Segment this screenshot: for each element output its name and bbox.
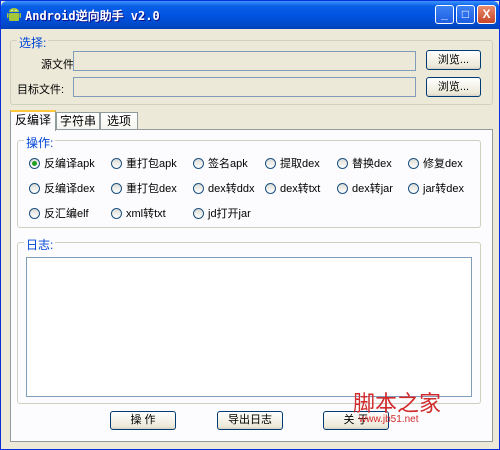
source-browse-button[interactable]: 浏览... — [426, 50, 481, 70]
maximize-button[interactable]: □ — [456, 5, 475, 24]
target-file-label: 目标文件: — [17, 84, 65, 96]
tab-decompile[interactable]: 反编译 — [10, 110, 56, 131]
radio-icon[interactable] — [337, 157, 348, 169]
radio-icon[interactable] — [111, 207, 122, 219]
radio-dex-to-txt[interactable]: dex转txt — [265, 180, 320, 195]
radio-icon[interactable] — [265, 182, 276, 194]
close-button[interactable]: X — [477, 5, 496, 24]
radio-replace-dex[interactable]: 替换dex — [337, 155, 392, 170]
log-group-label: 日志: — [24, 236, 56, 253]
radio-icon[interactable] — [337, 182, 348, 194]
tab-strings[interactable]: 字符串 — [56, 112, 100, 130]
title-bar[interactable]: Android逆向助手 v2.0 _ □ X — [1, 1, 499, 29]
select-group-label: 选择: — [17, 34, 49, 51]
radio-disassemble-elf[interactable]: 反汇编elf — [29, 205, 89, 220]
target-browse-button[interactable]: 浏览... — [426, 77, 481, 97]
main-window: Android逆向助手 v2.0 _ □ X 选择: 源文件: 浏览... 目标… — [0, 0, 500, 450]
radio-icon[interactable] — [265, 157, 276, 169]
radio-dex-to-jar[interactable]: dex转jar — [337, 180, 393, 195]
watermark-url: www.jb51.net — [359, 414, 419, 425]
radio-icon[interactable] — [29, 182, 40, 194]
radio-sign-apk[interactable]: 签名apk — [193, 155, 248, 170]
radio-extract-dex[interactable]: 提取dex — [265, 155, 320, 170]
radio-jd-open-jar[interactable]: jd打开jar — [193, 205, 251, 220]
radio-repack-apk[interactable]: 重打包apk — [111, 155, 177, 170]
radio-repack-dex[interactable]: 重打包dex — [111, 180, 177, 195]
radio-icon[interactable] — [408, 182, 419, 194]
radio-icon[interactable] — [408, 157, 419, 169]
operations-group-label: 操作: — [24, 134, 56, 151]
radio-icon[interactable] — [193, 182, 204, 194]
radio-xml-to-txt[interactable]: xml转txt — [111, 205, 166, 220]
radio-selected-icon[interactable] — [29, 157, 40, 169]
target-file-input[interactable] — [73, 77, 416, 97]
operate-button[interactable]: 操 作 — [110, 411, 176, 430]
export-log-button[interactable]: 导出日志 — [217, 411, 283, 430]
source-file-label: 源文件: — [41, 59, 78, 71]
radio-fix-dex[interactable]: 修复dex — [408, 155, 463, 170]
radio-jar-to-dex[interactable]: jar转dex — [408, 180, 464, 195]
window-title: Android逆向助手 v2.0 — [25, 9, 160, 23]
radio-icon[interactable] — [111, 182, 122, 194]
android-app-icon — [7, 8, 21, 21]
radio-decompile-dex[interactable]: 反编译dex — [29, 180, 95, 195]
radio-icon[interactable] — [111, 157, 122, 169]
source-file-input[interactable] — [73, 51, 416, 71]
radio-decompile-apk[interactable]: 反编译apk — [29, 155, 95, 170]
radio-icon[interactable] — [193, 207, 204, 219]
radio-dex-to-ddx[interactable]: dex转ddx — [193, 180, 254, 195]
log-textarea[interactable] — [26, 257, 472, 397]
radio-icon[interactable] — [193, 157, 204, 169]
tab-options[interactable]: 选项 — [100, 112, 138, 130]
radio-icon[interactable] — [29, 207, 40, 219]
minimize-button[interactable]: _ — [435, 5, 454, 24]
